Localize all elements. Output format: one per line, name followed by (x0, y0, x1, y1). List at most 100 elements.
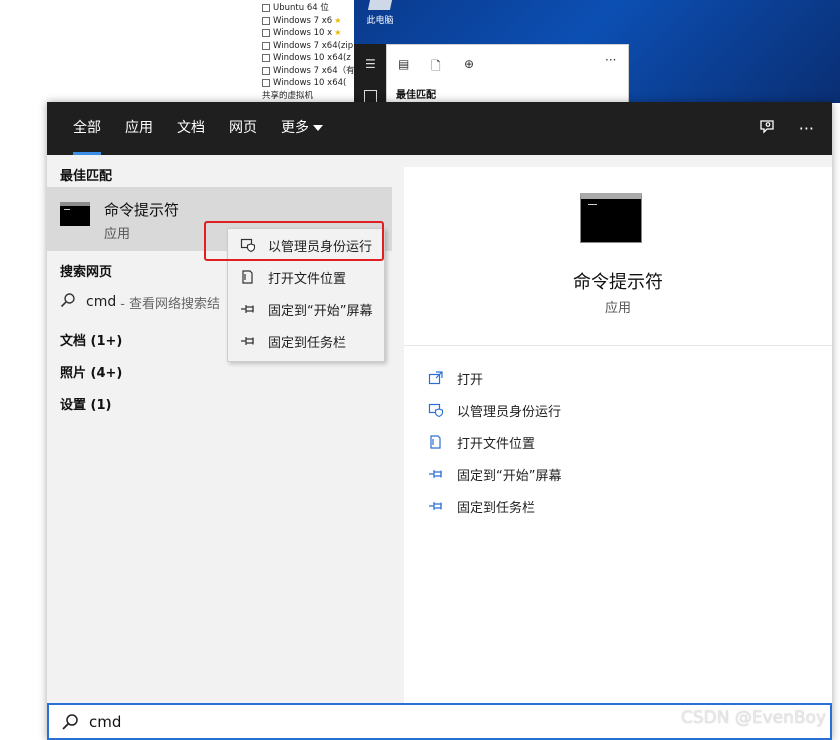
context-menu-label: 以管理员身份运行 (268, 239, 373, 255)
vm-list-item[interactable]: Windows 7 x6 ★ (262, 15, 354, 28)
search-tabs: 全部 应用 文档 网页 更多 (61, 102, 335, 155)
pin-icon (428, 498, 444, 514)
preview-subtitle: 应用 (604, 301, 631, 316)
preview-action-label: 打开 (457, 372, 484, 388)
category-settings[interactable]: 设置 (1) (60, 394, 111, 413)
search-icon (60, 292, 76, 312)
context-menu-item[interactable]: 固定到“开始”屏幕 (228, 293, 384, 325)
chevron-down-icon (313, 125, 323, 131)
vm-list-item[interactable]: Windows 10 x64(z (262, 52, 354, 65)
context-menu: 以管理员身份运行 打开文件位置固定到“开始”屏幕 固定到任务栏 (227, 228, 385, 362)
vm-list-item[interactable]: Ubuntu 64 位 (262, 2, 354, 15)
category-photos[interactable]: 照片 (4+) (60, 362, 122, 381)
star-icon: ★ (334, 28, 342, 37)
preview-actions: 打开以管理员身份运行 打开文件位置固定到“开始”屏幕固定到任务栏 (428, 362, 561, 522)
preview-action[interactable]: 以管理员身份运行 (428, 394, 561, 426)
tab-1[interactable]: 应用 (113, 102, 165, 155)
star-icon: ★ (334, 15, 342, 25)
open-icon (428, 370, 444, 386)
vm-icon (262, 79, 270, 88)
explorer-nav-strip: ☰ (354, 44, 386, 103)
preview-action-label: 固定到“开始”屏幕 (457, 468, 562, 484)
pin-icon (428, 466, 444, 482)
watermark: CSDN @EvenBoy (680, 708, 826, 728)
feedback-icon[interactable] (759, 118, 777, 140)
vm-icon (262, 54, 270, 63)
context-menu-item[interactable]: 打开文件位置 (228, 261, 384, 293)
pin-icon (240, 333, 256, 349)
vm-icon (262, 41, 270, 50)
vm-icon (262, 66, 270, 75)
vm-label: Windows 7 x64(zip (273, 40, 354, 51)
vm-library-panel: Ubuntu 64 位 Windows 7 x6 ★ Windows 10 x ★ Win… (258, 0, 355, 103)
preview-pane: 命令提示符 应用 打开以管理员身份运行 打开文件位置固定到“开始”屏幕固定到任务栏 (404, 167, 832, 703)
vm-shared-label: 共享的虚拟机 (262, 90, 314, 101)
tab-label: 文档 (177, 120, 205, 136)
file-location-icon (240, 269, 256, 285)
explorer-best-match: 最佳匹配 (396, 90, 436, 101)
shield-icon (240, 237, 256, 253)
more-icon[interactable]: ··· (605, 53, 616, 67)
tab-0[interactable]: 全部 (61, 102, 113, 155)
more-options-icon[interactable]: ··· (799, 119, 814, 138)
web-search-item[interactable]: cmd - 查看网络搜索结 (60, 292, 220, 312)
computer-icon (367, 0, 393, 10)
preview-action[interactable]: 打开文件位置 (428, 426, 561, 458)
globe-icon[interactable]: ⊕ (464, 57, 474, 71)
search-web-header: 搜索网页 (60, 265, 113, 280)
preview-action[interactable]: 打开 (428, 362, 561, 394)
preview-title: 命令提示符 (573, 272, 663, 293)
file-location-icon (428, 434, 444, 450)
desktop-icon-label: 此电脑 (366, 16, 394, 26)
preview-action-label: 以管理员身份运行 (457, 404, 562, 420)
context-menu-label: 固定到“开始”屏幕 (268, 303, 373, 319)
vm-list: Ubuntu 64 位 Windows 7 x6 ★ Windows 10 x ★ Win… (258, 0, 354, 90)
desktop-icon-this-pc[interactable]: 此电脑 (362, 0, 398, 28)
best-match-subtitle: 应用 (104, 227, 131, 242)
tab-label: 应用 (125, 120, 153, 136)
tab-4[interactable]: 更多 (269, 102, 335, 155)
shield-icon (428, 402, 444, 418)
vm-list-item[interactable]: Windows 10 x ★ (262, 27, 354, 40)
vm-list-item[interactable]: Windows 7 x64(zip (262, 40, 354, 53)
command-prompt-icon (60, 202, 90, 226)
preview-action-label: 打开文件位置 (457, 436, 536, 452)
vm-label: Windows 10 x (273, 28, 333, 38)
preview-divider (404, 345, 832, 346)
preview-action[interactable]: 固定到“开始”屏幕 (428, 458, 561, 490)
hamburger-icon[interactable]: ☰ (365, 57, 376, 71)
preview-action[interactable]: 固定到任务栏 (428, 490, 561, 522)
context-menu-item[interactable]: 以管理员身份运行 (228, 229, 384, 261)
vm-label: Windows 10 x64(z (273, 53, 351, 63)
vm-list-item[interactable]: Windows 7 x64（有 (262, 65, 354, 78)
tab-label: 网页 (229, 120, 257, 136)
vm-label: Windows 10 x64( (273, 78, 347, 88)
web-query: cmd (86, 294, 117, 310)
vm-list-item[interactable]: Windows 10 x64( (262, 77, 354, 90)
vm-label: Windows 7 x6 (273, 15, 333, 26)
category-documents[interactable]: 文档 (1+) (60, 330, 122, 349)
context-menu-label: 固定到任务栏 (268, 335, 347, 351)
vm-icon (262, 29, 270, 38)
search-input[interactable] (87, 711, 591, 732)
vm-label: Ubuntu 64 位 (273, 3, 329, 13)
vm-label: Windows 7 x64（有 (273, 65, 355, 76)
search-panel: 全部 应用 文档 网页 更多 ··· 最佳匹配 命令提示符 应用 搜索网页 cmd - … (47, 102, 832, 740)
vm-icon (262, 4, 270, 13)
desktop-background (0, 0, 258, 103)
context-menu-item[interactable]: 固定到任务栏 (228, 325, 384, 357)
tab-label: 更多 (281, 120, 309, 136)
pin-icon (240, 301, 256, 317)
home-icon[interactable] (364, 90, 377, 102)
command-prompt-large-icon (580, 193, 642, 243)
document-icon[interactable]: 🗋 (431, 57, 441, 78)
context-menu-list: 以管理员身份运行 打开文件位置固定到“开始”屏幕 固定到任务栏 (228, 229, 384, 357)
background-search-window: ▤ 🗋 ⊕ ··· 最佳匹配 (386, 44, 629, 103)
app-icon[interactable]: ▤ (398, 57, 409, 71)
tab-label: 全部 (73, 120, 101, 136)
tab-3[interactable]: 网页 (217, 102, 269, 155)
tab-2[interactable]: 文档 (165, 102, 217, 155)
context-menu-label: 打开文件位置 (268, 271, 347, 287)
best-match-header: 最佳匹配 (60, 169, 113, 184)
vm-icon (262, 16, 270, 25)
